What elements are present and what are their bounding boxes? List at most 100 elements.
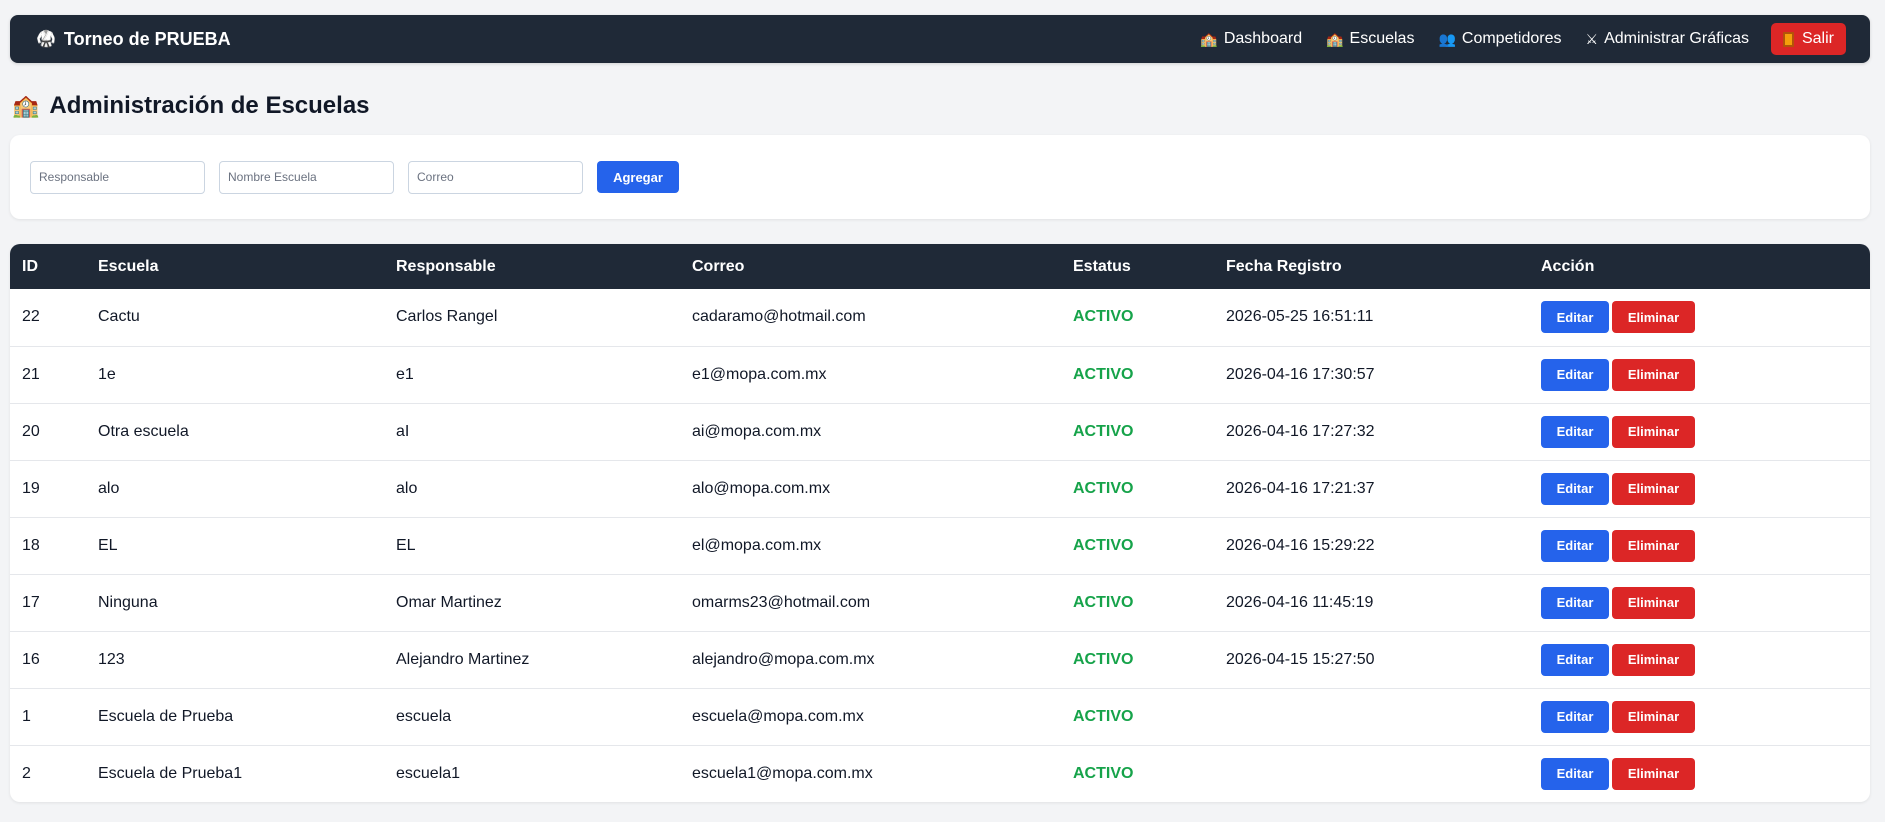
brand[interactable]: 🥋 Torneo de PRUEBA — [36, 29, 231, 50]
cell-correo: el@mopa.com.mx — [692, 536, 822, 554]
delete-button[interactable]: Eliminar — [1612, 358, 1695, 391]
cell-escuela: Ninguna — [98, 593, 158, 611]
edit-button[interactable]: Editar — [1541, 472, 1609, 505]
page-title-text: Administración de Escuelas — [49, 92, 370, 119]
cell-fecha: 2026-04-16 17:21:37 — [1226, 479, 1375, 497]
cell-escuela: Cactu — [98, 308, 140, 326]
cell-responsable: Omar Martinez — [396, 593, 502, 611]
edit-button[interactable]: Editar — [1541, 700, 1609, 733]
header-id: ID — [22, 257, 38, 275]
cell-fecha: 2026-04-16 15:29:22 — [1226, 536, 1375, 554]
delete-button[interactable]: Eliminar — [1612, 529, 1695, 562]
cell-estatus: ACTIVO — [1073, 593, 1134, 611]
cell-actions: Editar Eliminar — [1529, 403, 1870, 460]
responsable-input[interactable] — [30, 160, 205, 194]
cell-id: 21 — [22, 365, 40, 383]
cell-fecha — [1214, 688, 1529, 745]
schools-table-card: ID Escuela Responsable Correo Estatus Fe… — [10, 244, 1870, 802]
logout-button[interactable]: Salir — [1770, 23, 1846, 55]
cell-escuela: EL — [98, 536, 118, 554]
cell-estatus: ACTIVO — [1073, 308, 1134, 326]
cell-responsable: escuela1 — [396, 764, 461, 782]
cell-actions: Editar Eliminar — [1529, 745, 1870, 802]
table-row: 16 123 Alejandro Martinez alejandro@mopa… — [10, 631, 1870, 688]
page-title: 🏫 Administración de Escuelas — [12, 90, 370, 122]
delete-button[interactable]: Eliminar — [1612, 643, 1695, 676]
delete-button[interactable]: Eliminar — [1612, 586, 1695, 619]
cell-fecha — [1214, 745, 1529, 802]
cell-actions: Editar Eliminar — [1529, 346, 1870, 403]
cell-correo: escuela1@mopa.com.mx — [692, 764, 873, 782]
delete-button[interactable]: Eliminar — [1612, 757, 1695, 790]
nav-link-label: Competidores — [1461, 30, 1562, 47]
add-school-form: Agregar — [10, 135, 1870, 219]
delete-button[interactable]: Eliminar — [1612, 472, 1695, 505]
edit-button[interactable]: Editar — [1541, 757, 1609, 790]
table-row: 2 Escuela de Prueba1 escuela1 escuela1@m… — [10, 745, 1870, 802]
edit-button[interactable]: Editar — [1541, 643, 1609, 676]
cell-id: 16 — [22, 650, 40, 668]
school-name-input[interactable] — [219, 160, 394, 194]
cell-escuela: alo — [98, 479, 120, 497]
cell-responsable: e1 — [396, 365, 414, 383]
cell-id: 2 — [22, 764, 31, 782]
nav-link-label: Administrar Gráficas — [1604, 30, 1749, 47]
table-header-row: ID Escuela Responsable Correo Estatus Fe… — [10, 244, 1870, 289]
delete-button[interactable]: Eliminar — [1612, 301, 1695, 334]
cell-id: 1 — [22, 707, 31, 725]
header-fecha-registro: Fecha Registro — [1226, 257, 1342, 275]
schools-table: ID Escuela Responsable Correo Estatus Fe… — [10, 244, 1870, 802]
school-icon: 🏫 — [1326, 30, 1344, 47]
cell-responsable: Carlos Rangel — [396, 308, 498, 326]
add-button[interactable]: Agregar — [597, 161, 679, 193]
logout-label: Salir — [1801, 30, 1834, 47]
cell-escuela: 123 — [98, 650, 125, 668]
edit-button[interactable]: Editar — [1541, 586, 1609, 619]
edit-button[interactable]: Editar — [1541, 358, 1609, 391]
cell-id: 18 — [22, 536, 40, 554]
nav-link-dashboard[interactable]: 🏫 Dashboard — [1200, 30, 1302, 48]
table-row: 21 1e e1 e1@mopa.com.mx ACTIVO 2026-04-1… — [10, 346, 1870, 403]
cell-estatus: ACTIVO — [1073, 707, 1134, 725]
edit-button[interactable]: Editar — [1541, 529, 1609, 562]
karate-icon: 🥋 — [36, 31, 56, 48]
nav-link-competidores[interactable]: 👥 Competidores — [1438, 30, 1561, 48]
cell-fecha: 2026-04-15 15:27:50 — [1226, 650, 1375, 668]
cell-responsable: Alejandro Martinez — [396, 650, 530, 668]
cell-estatus: ACTIVO — [1073, 479, 1134, 497]
table-row: 22 Cactu Carlos Rangel cadaramo@hotmail.… — [10, 289, 1870, 346]
cell-estatus: ACTIVO — [1073, 365, 1134, 383]
cell-actions: Editar Eliminar — [1529, 517, 1870, 574]
cell-escuela: Otra escuela — [98, 422, 189, 440]
header-estatus: Estatus — [1073, 257, 1131, 275]
cell-actions: Editar Eliminar — [1529, 289, 1870, 346]
crossed-swords-icon: ⚔ — [1585, 30, 1599, 47]
nav-link-escuelas[interactable]: 🏫 Escuelas — [1326, 30, 1414, 48]
edit-button[interactable]: Editar — [1541, 415, 1609, 448]
cell-escuela: Escuela de Prueba1 — [98, 764, 243, 782]
brand-title: Torneo de PRUEBA — [63, 28, 231, 49]
cell-escuela: Escuela de Prueba — [98, 707, 234, 725]
delete-button[interactable]: Eliminar — [1612, 415, 1695, 448]
cell-id: 19 — [22, 479, 40, 497]
header-escuela: Escuela — [98, 257, 159, 275]
table-row: 20 Otra escuela aI ai@mopa.com.mx ACTIVO… — [10, 403, 1870, 460]
cell-actions: Editar Eliminar — [1529, 460, 1870, 517]
nav-link-administrar-graficas[interactable]: ⚔ Administrar Gráficas — [1586, 30, 1749, 48]
door-icon — [1782, 31, 1794, 47]
table-row: 1 Escuela de Prueba escuela escuela@mopa… — [10, 688, 1870, 745]
table-row: 19 alo alo alo@mopa.com.mx ACTIVO 2026-0… — [10, 460, 1870, 517]
school-icon: 🏫 — [12, 93, 40, 118]
cell-fecha: 2026-04-16 17:30:57 — [1226, 365, 1375, 383]
cell-estatus: ACTIVO — [1073, 536, 1134, 554]
school-icon: 🏫 — [1200, 30, 1218, 47]
cell-actions: Editar Eliminar — [1529, 688, 1870, 745]
email-input[interactable] — [408, 160, 583, 194]
cell-responsable: alo — [396, 479, 418, 497]
cell-correo: ai@mopa.com.mx — [692, 422, 822, 440]
edit-button[interactable]: Editar — [1541, 301, 1609, 334]
nav-link-label: Escuelas — [1349, 30, 1415, 47]
cell-correo: alejandro@mopa.com.mx — [692, 650, 875, 668]
delete-button[interactable]: Eliminar — [1612, 700, 1695, 733]
cell-correo: omarms23@hotmail.com — [692, 593, 871, 611]
